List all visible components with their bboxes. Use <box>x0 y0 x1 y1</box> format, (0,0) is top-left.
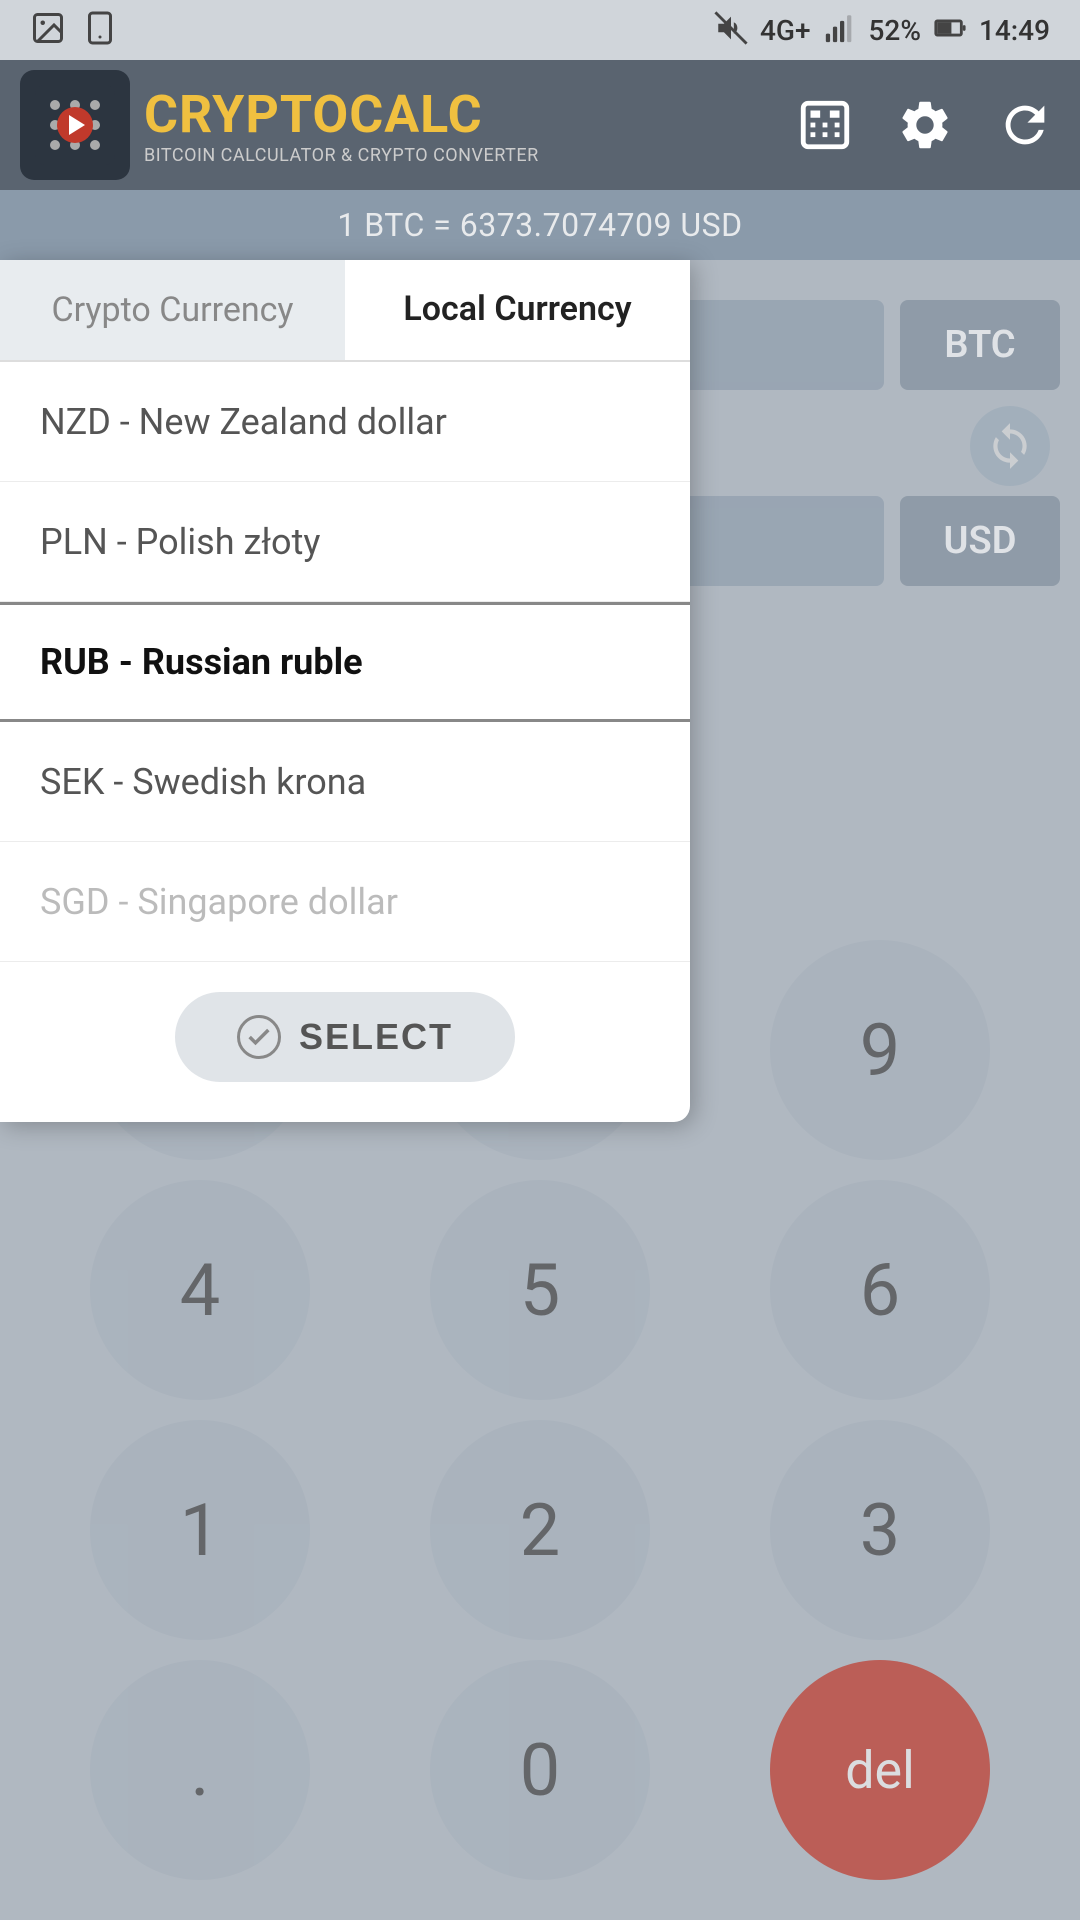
key-del[interactable]: del <box>770 1660 990 1880</box>
battery-level: 52% <box>869 14 921 47</box>
key-5[interactable]: 5 <box>430 1180 650 1400</box>
settings-button[interactable] <box>890 90 960 160</box>
logo-subtitle: BITCOIN CALCULATOR & CRYPTO CONVERTER <box>144 145 539 166</box>
phone-icon <box>82 10 118 50</box>
logo-area: CRYPTOCALC BITCOIN CALCULATOR & CRYPTO C… <box>20 70 539 180</box>
key-6[interactable]: 6 <box>770 1180 990 1400</box>
currency-dialog: Crypto Currency Local Currency NZD - New… <box>0 260 690 1122</box>
usd-currency[interactable]: USD <box>900 496 1060 586</box>
tab-crypto-currency[interactable]: Crypto Currency <box>0 260 345 360</box>
usd-label: USD <box>944 519 1017 563</box>
time-display: 14:49 <box>979 14 1050 47</box>
mute-icon <box>714 11 748 49</box>
key-0[interactable]: 0 <box>430 1660 650 1880</box>
swap-button[interactable] <box>970 406 1050 486</box>
app-logo-icon <box>20 70 130 180</box>
currency-item-sgd[interactable]: SGD - Singapore dollar <box>0 842 690 962</box>
refresh-button[interactable] <box>990 90 1060 160</box>
status-right-icons: 4G+ 52% 14:49 <box>714 11 1050 49</box>
currency-item-nzd[interactable]: NZD - New Zealand dollar <box>0 362 690 482</box>
calculator-button[interactable] <box>790 90 860 160</box>
key-dot[interactable]: . <box>90 1660 310 1880</box>
image-icon <box>30 10 66 50</box>
logo-text: CRYPTOCALC BITCOIN CALCULATOR & CRYPTO C… <box>144 84 539 166</box>
network-indicator: 4G+ <box>760 14 811 47</box>
header-icons <box>790 90 1060 160</box>
rate-bar: 1 BTC = 6373.7074709 USD <box>0 190 1080 260</box>
battery-icon <box>933 11 967 49</box>
key-9[interactable]: 9 <box>770 940 990 1160</box>
exchange-rate: 1 BTC = 6373.7074709 USD <box>337 206 742 244</box>
key-2[interactable]: 2 <box>430 1420 650 1640</box>
app-header: CRYPTOCALC BITCOIN CALCULATOR & CRYPTO C… <box>0 60 1080 190</box>
key-4[interactable]: 4 <box>90 1180 310 1400</box>
key-3[interactable]: 3 <box>770 1420 990 1640</box>
key-1[interactable]: 1 <box>90 1420 310 1640</box>
checkmark-icon <box>237 1015 281 1059</box>
currency-item-sek[interactable]: SEK - Swedish krona <box>0 722 690 842</box>
tab-local-currency[interactable]: Local Currency <box>345 260 690 360</box>
currency-item-pln[interactable]: PLN - Polish złoty <box>0 482 690 602</box>
logo-title: CRYPTOCALC <box>144 84 539 145</box>
main-content: BTC 9 USD 7 8 9 4 5 6 <box>0 260 1080 1920</box>
dialog-tabs: Crypto Currency Local Currency <box>0 260 690 362</box>
status-left-icons <box>30 10 118 50</box>
select-label: SELECT <box>299 1016 453 1058</box>
currency-list: NZD - New Zealand dollar PLN - Polish zł… <box>0 362 690 962</box>
status-bar: 4G+ 52% 14:49 <box>0 0 1080 60</box>
select-button[interactable]: SELECT <box>175 992 515 1082</box>
btc-currency[interactable]: BTC <box>900 300 1060 390</box>
signal-icon <box>823 11 857 49</box>
currency-item-rub[interactable]: RUB - Russian ruble <box>0 602 690 722</box>
btc-label: BTC <box>944 323 1015 367</box>
select-btn-area: SELECT <box>0 992 690 1082</box>
